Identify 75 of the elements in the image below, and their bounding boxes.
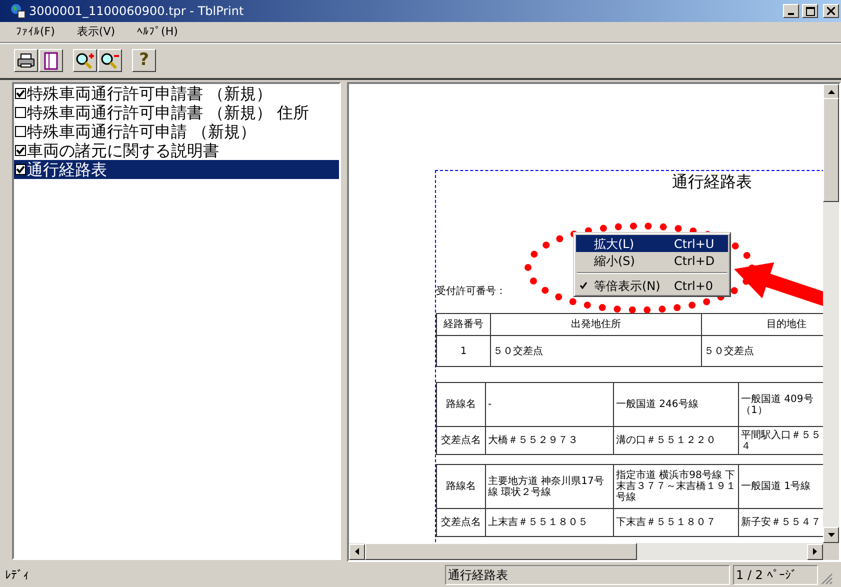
menu-label: 等倍表示(N) [594,278,662,294]
status-page: 1 / 2 ﾍﾟｰｼﾞ [733,564,818,584]
resize-grip-icon[interactable] [821,573,833,585]
close-icon [827,7,835,15]
document-item[interactable]: 車両の諸元に関する説明書 [14,141,339,160]
check-icon [580,282,587,289]
left-arrow-icon [355,548,359,555]
zoom-in-button[interactable] [73,49,97,72]
help-button[interactable]: ? [132,49,156,72]
window-title: 3000001_1100060900.tpr - TblPrint [29,3,244,20]
shortcut-label: Ctrl+U [674,236,714,252]
scroll-thumb[interactable] [823,98,839,202]
horizontal-scrollbar[interactable] [349,543,823,560]
close-button[interactable] [823,4,839,18]
table-cell: 上末吉＃５５１８０５ [486,508,614,536]
app-icon [10,3,26,19]
scroll-down-button[interactable] [823,527,839,543]
document-label: 特殊車両通行許可申請書 （新規） [27,84,272,103]
table-cell-text: 新子安＃５５４７ [741,517,822,528]
table-cell: 下末吉＃５５１８０７ [614,508,738,536]
document-item[interactable]: 通行経路表 [14,160,339,179]
checkbox[interactable] [15,145,26,156]
table-cell: 一般国道 246号線 [614,382,738,426]
status-document: 通行経路表 [445,564,730,584]
page-button[interactable] [39,49,63,72]
column-header: 出発地住所 [490,314,702,336]
table-cell-text: 一般国道 409号（1） [741,394,814,416]
table-cell: 1 [436,336,490,366]
up-arrow-icon [828,90,834,94]
document-item[interactable]: 特殊車両通行許可申請 （新規） [14,122,339,141]
table-cell-text: 一般国道 1号線 [741,481,812,492]
right-arrow-icon [813,548,817,555]
permit-number-label: 受付許可番号： [436,284,506,299]
table-cell: - [486,382,614,426]
table-cell: 主要地方道 神奈川県17号線 環状２号線 [486,464,614,508]
menu-item[interactable]: 等倍表示(N) Ctrl+0 [576,277,728,294]
menu-item[interactable]: 縮小(S) Ctrl+D [576,252,728,269]
zoom-out-button[interactable] [98,49,122,72]
print-button[interactable] [14,49,38,72]
minimize-button[interactable] [783,4,799,18]
status-message: ﾚﾃﾞｨ [4,566,30,584]
document-item[interactable]: 特殊車両通行許可申請書 （新規） [14,84,339,103]
table-cell: ５０交差点 [490,336,702,366]
menu-label: 拡大(L) [594,236,636,252]
vertical-scrollbar[interactable] [823,84,839,543]
down-arrow-icon [828,533,834,537]
column-header: 経路番号 [436,314,490,336]
row-label: 交差点名 [436,426,486,454]
shortcut-label: Ctrl+D [674,252,715,270]
scroll-left-button[interactable] [349,544,365,560]
row-label: 交差点名 [436,508,486,536]
menu-item[interactable]: ﾌｧｲﾙ(F) [14,24,57,40]
scroll-thumb[interactable] [365,543,637,560]
table-cell: 大橋＃５５２９７３ [486,426,614,454]
maximize-button[interactable] [802,4,818,18]
shortcut-label: Ctrl+0 [674,278,714,294]
menu-label: 縮小(S) [594,252,636,270]
menu-item[interactable]: 表示(V) [74,24,118,40]
document-label: 車両の諸元に関する説明書 [27,141,219,160]
table-cell-text: 平間駅入口＃５５４ [741,430,822,452]
document-label: 通行経路表 [27,160,107,179]
table-cell: 溝の口＃５５１２２０ [614,426,738,454]
checkbox[interactable] [15,164,26,175]
checkbox[interactable] [15,88,26,99]
row-label: 路線名 [436,464,486,508]
page-title: 通行経路表 [672,172,752,192]
row-label: 路線名 [436,382,486,426]
maximize-icon [806,6,814,16]
checkbox[interactable] [15,107,26,118]
document-label: 特殊車両通行許可申請 （新規） [27,122,256,141]
menu-item[interactable]: ﾍﾙﾌﾟ(H) [135,24,180,40]
checkbox[interactable] [15,126,26,137]
table-cell: 指定市道 横浜市98号線 下末吉３７７～末吉橋１９１号線 [614,464,738,508]
menu-item[interactable]: 拡大(L) Ctrl+U [576,235,728,252]
scroll-right-button[interactable] [807,544,823,560]
